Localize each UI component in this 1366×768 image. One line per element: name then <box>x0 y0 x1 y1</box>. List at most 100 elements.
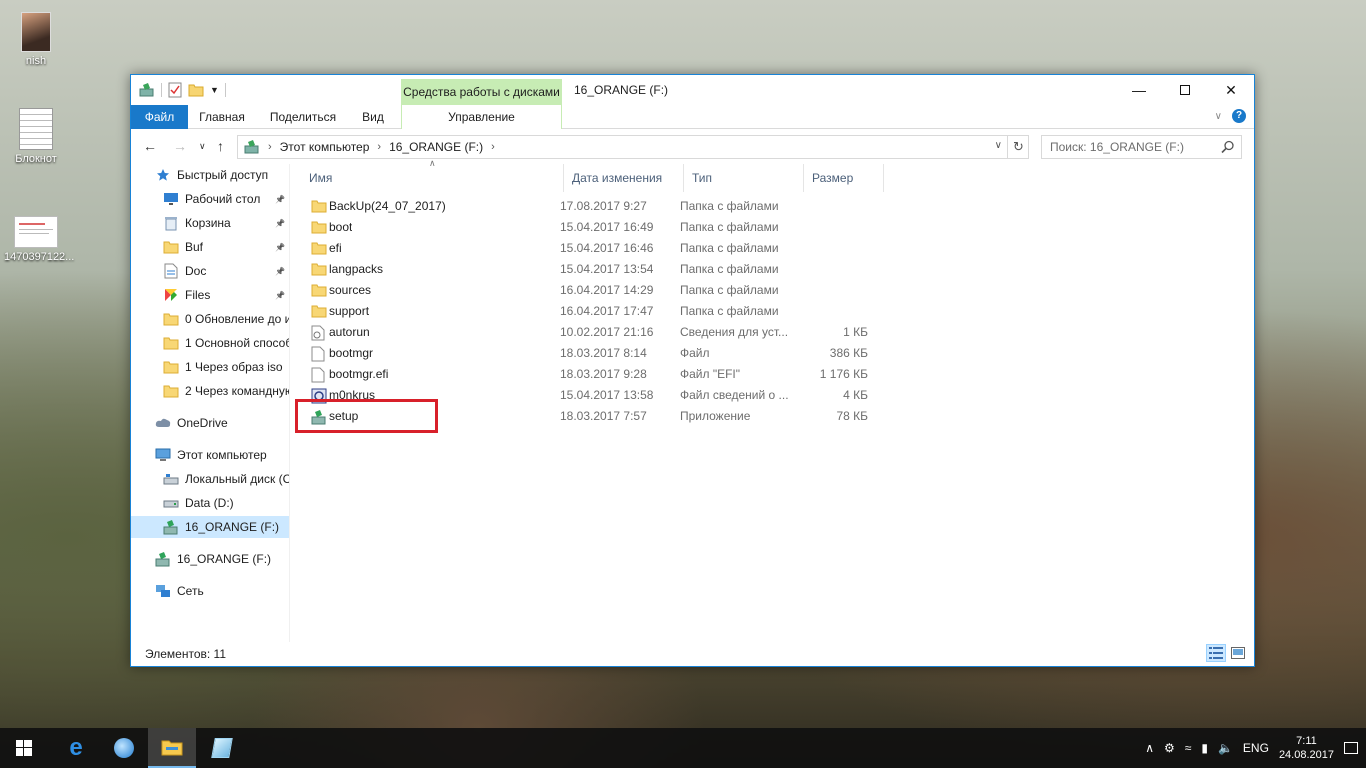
file-row[interactable]: BackUp(24_07_2017) 17.08.2017 9:27 Папка с… <box>309 196 899 217</box>
recent-locations-icon[interactable]: ∨ <box>199 141 206 152</box>
address-dropdown-icon[interactable]: ∨ <box>995 140 1002 151</box>
refresh-button[interactable]: ↻ <box>1007 135 1029 159</box>
file-row[interactable]: bootmgr 18.03.2017 8:14 Файл 386 КБ <box>309 343 899 364</box>
folder-icon <box>311 220 327 236</box>
address-bar[interactable]: › Этот компьютер › 16_ORANGE (F:) › ∨ <box>237 135 1029 159</box>
sidebar-item[interactable]: 1 Основной способ <box>131 332 289 354</box>
volume-icon[interactable]: 🔈 <box>1218 741 1233 755</box>
file-type: Папка с файлами <box>680 241 779 255</box>
expand-ribbon-icon[interactable]: ∨ <box>1215 111 1222 122</box>
sidebar-item[interactable]: Doc 📌 <box>131 260 289 282</box>
disk-icon <box>163 495 179 511</box>
column-header-size[interactable]: Размер <box>804 164 884 192</box>
title-bar[interactable]: ▼ Средства работы с дисками 16_ORANGE (F… <box>131 75 1254 105</box>
notifications-icon[interactable] <box>1344 742 1358 754</box>
file-row[interactable]: support 16.04.2017 17:47 Папка с файлами <box>309 301 899 322</box>
show-hidden-icons-icon[interactable]: ∧ <box>1145 741 1154 755</box>
file-row[interactable]: sources 16.04.2017 14:29 Папка с файлами <box>309 280 899 301</box>
navigation-pane-divider[interactable] <box>289 164 290 642</box>
file-name: boot <box>329 220 353 234</box>
minimize-button[interactable]: — <box>1116 75 1162 105</box>
wifi-icon[interactable]: ≈ <box>1185 741 1192 755</box>
sidebar-item[interactable]: 2 Через командную <box>131 380 289 402</box>
folder-icon <box>311 199 327 215</box>
sidebar-item[interactable]: 16_ORANGE (F:) <box>131 516 289 538</box>
taskbar-file-explorer[interactable] <box>148 728 196 768</box>
help-icon[interactable]: ? <box>1232 109 1246 123</box>
sidebar-item[interactable]: Buf 📌 <box>131 236 289 258</box>
sidebar-item[interactable]: OneDrive <box>131 412 289 434</box>
taskbar-notepad[interactable] <box>198 728 246 768</box>
search-input[interactable]: Поиск: 16_ORANGE (F:) <box>1041 135 1242 159</box>
forward-button[interactable]: → <box>173 138 187 154</box>
language-indicator[interactable]: ENG <box>1243 741 1269 755</box>
chevron-right-icon[interactable]: › <box>491 141 495 153</box>
file-row[interactable]: boot 15.04.2017 16:49 Папка с файлами <box>309 217 899 238</box>
file-row[interactable]: langpacks 15.04.2017 13:54 Папка с файлами <box>309 259 899 280</box>
customize-toolbar-icon[interactable]: ▼ <box>210 85 219 95</box>
sidebar-item[interactable]: 16_ORANGE (F:) <box>131 548 289 570</box>
sidebar-item[interactable]: Data (D:) <box>131 492 289 514</box>
people-icon[interactable]: ⚙ <box>1164 741 1175 755</box>
sidebar-item[interactable]: Сеть <box>131 580 289 602</box>
tab-view[interactable]: Вид <box>355 105 391 129</box>
start-button[interactable] <box>0 728 48 768</box>
taskbar-browser[interactable] <box>100 728 148 768</box>
file-size: 1 176 КБ <box>819 367 868 381</box>
file-type: Файл <box>680 346 710 360</box>
sidebar-item[interactable]: Корзина 📌 <box>131 212 289 234</box>
large-icons-view-button[interactable] <box>1228 644 1248 662</box>
file-row[interactable]: efi 15.04.2017 16:46 Папка с файлами <box>309 238 899 259</box>
properties-icon[interactable] <box>168 82 182 98</box>
tab-home[interactable]: Главная <box>193 105 251 129</box>
sidebar-item[interactable]: Рабочий стол 📌 <box>131 188 289 210</box>
back-button[interactable]: ← <box>143 138 157 154</box>
file-name: sources <box>329 283 372 297</box>
tab-manage[interactable]: Управление <box>401 105 562 129</box>
settings-file-icon <box>311 325 327 341</box>
new-folder-icon[interactable] <box>188 83 204 97</box>
desktop-icon-nish[interactable]: nish <box>4 12 68 67</box>
column-header-name[interactable]: Имя <box>301 164 564 192</box>
taskbar-edge[interactable]: e <box>52 728 100 768</box>
desktop-icon-image[interactable]: 1470397122... <box>4 216 74 263</box>
file-row[interactable]: bootmgr.efi 18.03.2017 9:28 Файл "EFI" 1 17… <box>309 364 899 385</box>
sidebar-item[interactable]: Локальный диск (C <box>131 468 289 490</box>
browser-icon <box>114 738 134 758</box>
file-name: autorun <box>329 325 370 339</box>
quick-access-toolbar: ▼ <box>139 82 226 98</box>
image-file-icon <box>14 216 58 248</box>
maximize-button[interactable] <box>1162 75 1208 105</box>
column-header-date[interactable]: Дата изменения <box>564 164 684 192</box>
search-icon <box>1221 140 1234 154</box>
up-button[interactable]: ↑ <box>217 138 224 154</box>
desktop-icon-notepad[interactable]: Блокнот <box>4 108 68 165</box>
file-size <box>796 259 868 280</box>
battery-icon[interactable]: ▮ <box>1201 741 1208 755</box>
sidebar-item[interactable]: Быстрый доступ <box>131 164 289 186</box>
sidebar-item[interactable]: Files 📌 <box>131 284 289 306</box>
notepad-icon <box>19 108 53 150</box>
folder-icon <box>163 239 179 255</box>
file-row[interactable]: autorun 10.02.2017 21:16 Сведения для уст.… <box>309 322 899 343</box>
chevron-right-icon[interactable]: › <box>377 141 381 153</box>
desktop-icon-label: Блокнот <box>15 153 57 165</box>
chevron-right-icon[interactable]: › <box>268 141 272 153</box>
pin-icon: 📌 <box>275 266 285 276</box>
sidebar-item[interactable]: 0 Обновление до и <box>131 308 289 330</box>
item-count: Элементов: 11 <box>145 647 226 661</box>
file-name: bootmgr <box>329 346 374 360</box>
tab-file[interactable]: Файл <box>131 105 188 129</box>
column-header-type[interactable]: Тип <box>684 164 804 192</box>
close-button[interactable]: ✕ <box>1208 75 1254 105</box>
file-type: Папка с файлами <box>680 262 779 276</box>
sidebar-item-label: OneDrive <box>177 416 228 430</box>
details-view-button[interactable] <box>1206 644 1226 662</box>
breadcrumb-drive[interactable]: 16_ORANGE (F:) <box>389 140 483 154</box>
sidebar-item[interactable]: Этот компьютер <box>131 444 289 466</box>
sidebar-item[interactable]: 1 Через образ iso <box>131 356 289 378</box>
clock[interactable]: 7:11 24.08.2017 <box>1279 734 1334 762</box>
breadcrumb-this-pc[interactable]: Этот компьютер <box>280 140 370 154</box>
tab-share[interactable]: Поделиться <box>265 105 341 129</box>
star-icon <box>155 167 171 183</box>
